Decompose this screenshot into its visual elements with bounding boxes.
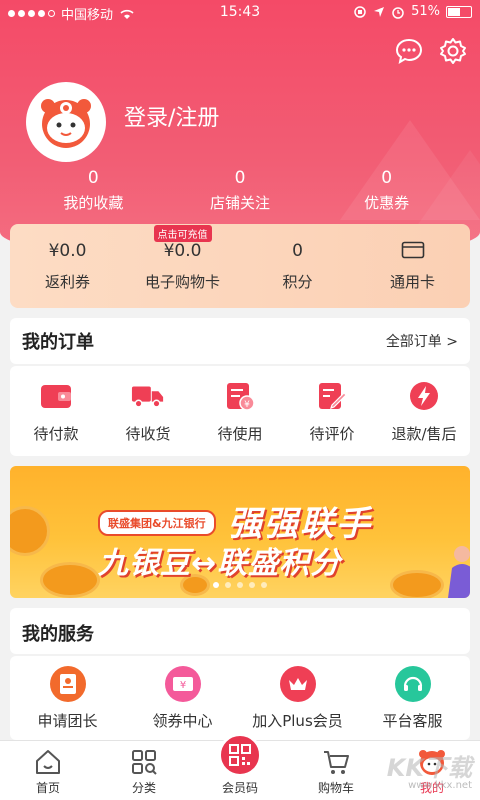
recharge-tag: 点击可充值 [153,224,212,242]
qr-icon [229,744,251,766]
stat-coupons[interactable]: 0 优惠券 [332,168,442,213]
headset-icon [403,676,422,691]
banner-subline: 九银豆↔联盛积分 [98,546,342,581]
edit-icon [319,382,347,409]
coupon-icon: ¥ [172,676,193,691]
wallet-label: 积分 [282,272,313,291]
order-label: 待收货 [125,424,171,443]
order-pending-review[interactable]: 待评价 [286,379,378,444]
stat-favorites[interactable]: 0 我的收藏 [38,168,148,213]
tab-label: 会员码 [221,781,258,795]
order-pending-use[interactable]: ¥ 待使用 [194,379,286,444]
wallet-label: 返利券 [44,272,90,291]
watermark-url: www.kkx.net [408,780,472,791]
order-label: 待使用 [217,424,263,443]
stat-label: 优惠券 [364,194,410,212]
stat-label: 店铺关注 [209,194,270,212]
tab-category[interactable]: 分类 [104,747,184,796]
alarm-icon [392,6,404,19]
wallet-universal-card[interactable]: 通用卡 [358,241,468,292]
tab-cart[interactable]: 购物车 [296,747,376,796]
order-label: 退款/售后 [391,424,457,443]
stats-row: 0 我的收藏 0 店铺关注 0 优惠券 [0,168,480,213]
stat-followed-stores[interactable]: 0 店铺关注 [185,168,295,213]
tab-label: 购物车 [317,781,354,795]
lightning-icon [410,381,438,410]
lock-rotation-icon [354,5,366,18]
wallet-value: ¥0.0 [48,240,87,261]
wallet-e-shopping-card[interactable]: 点击可充值 ¥0.0 电子购物卡 [128,224,238,292]
order-pending-receipt[interactable]: 待收货 [102,379,194,444]
stat-label: 我的收藏 [63,194,124,212]
badge-icon [59,673,76,694]
login-register-link[interactable]: 登录/注册 [124,100,219,132]
truck-icon [131,386,164,408]
stat-value: 0 [234,168,246,188]
order-label: 待评价 [309,424,355,443]
wallet-icon [41,384,71,408]
all-orders-link[interactable]: 全部订单 > [386,331,458,351]
carousel-dots[interactable] [10,582,470,588]
status-bar: 中国移动 15:43 51% [0,0,480,24]
svg-text:¥: ¥ [244,400,250,410]
wallet-card: ¥0.0 返利券 点击可充值 ¥0.0 电子购物卡 0 积分 通用卡 [10,224,470,308]
cart-icon [324,751,349,774]
order-status-row: 待付款 待收货 ¥ 待使用 待评价 退款/售后 [10,366,470,456]
wallet-label: 电子购物卡 [144,272,220,291]
service-customer-support[interactable]: 平台客服 [358,665,468,731]
watermark-logo: KK下载 [386,754,472,782]
wallet-label: 通用卡 [389,272,435,291]
message-icon[interactable] [394,36,424,66]
person-illustration [448,546,470,598]
service-label: 领券中心 [152,711,213,730]
tab-member-code[interactable]: 会员码 [200,733,280,796]
stat-value: 0 [381,168,393,188]
wallet-value: ¥0.0 [163,240,202,261]
wallet-value: 0 [292,240,303,261]
receipt-icon: ¥ [227,382,255,411]
service-coupon-center[interactable]: ¥ 领券中心 [128,665,238,731]
crown-icon [288,677,307,690]
avatar[interactable] [26,82,106,162]
service-join-plus[interactable]: 加入Plus会员 [243,665,353,731]
coin-decoration [40,562,100,598]
location-icon [374,6,385,17]
card-icon [401,241,424,258]
service-label: 平台客服 [382,711,443,730]
services-title: 我的服务 [22,624,94,645]
home-icon [36,750,60,774]
banner-partner-pill: 联盛集团&九江银行 [98,510,216,536]
promo-banner[interactable]: 联盛集团&九江银行 强强联手 九银豆↔联盛积分 [10,466,470,598]
category-icon [132,750,157,775]
wallet-rebate-coupon[interactable]: ¥0.0 返利券 [13,241,123,292]
order-pending-payment[interactable]: 待付款 [10,379,102,444]
service-apply-leader[interactable]: 申请团长 [13,665,123,731]
tab-home[interactable]: 首页 [8,747,88,796]
coin-decoration [10,506,50,556]
battery-percent: 51% [411,4,440,19]
settings-gear-icon[interactable] [438,36,468,66]
tab-label: 首页 [35,781,60,795]
battery-icon [446,5,472,18]
orders-title: 我的订单 [22,332,94,353]
service-label: 加入Plus会员 [252,711,343,730]
services-header: 我的服务 [10,608,470,654]
order-refund-aftersale[interactable]: 退款/售后 [378,379,470,444]
wallet-points[interactable]: 0 积分 [243,241,353,292]
service-label: 申请团长 [37,711,98,730]
services-row: 申请团长 ¥ 领券中心 加入Plus会员 平台客服 [10,656,470,740]
orders-header: 我的订单 全部订单 > [10,318,470,364]
tab-label: 分类 [131,781,156,795]
mascot-icon [41,99,91,148]
svg-text:¥: ¥ [179,680,185,691]
stat-value: 0 [87,168,99,188]
order-label: 待付款 [33,424,79,443]
